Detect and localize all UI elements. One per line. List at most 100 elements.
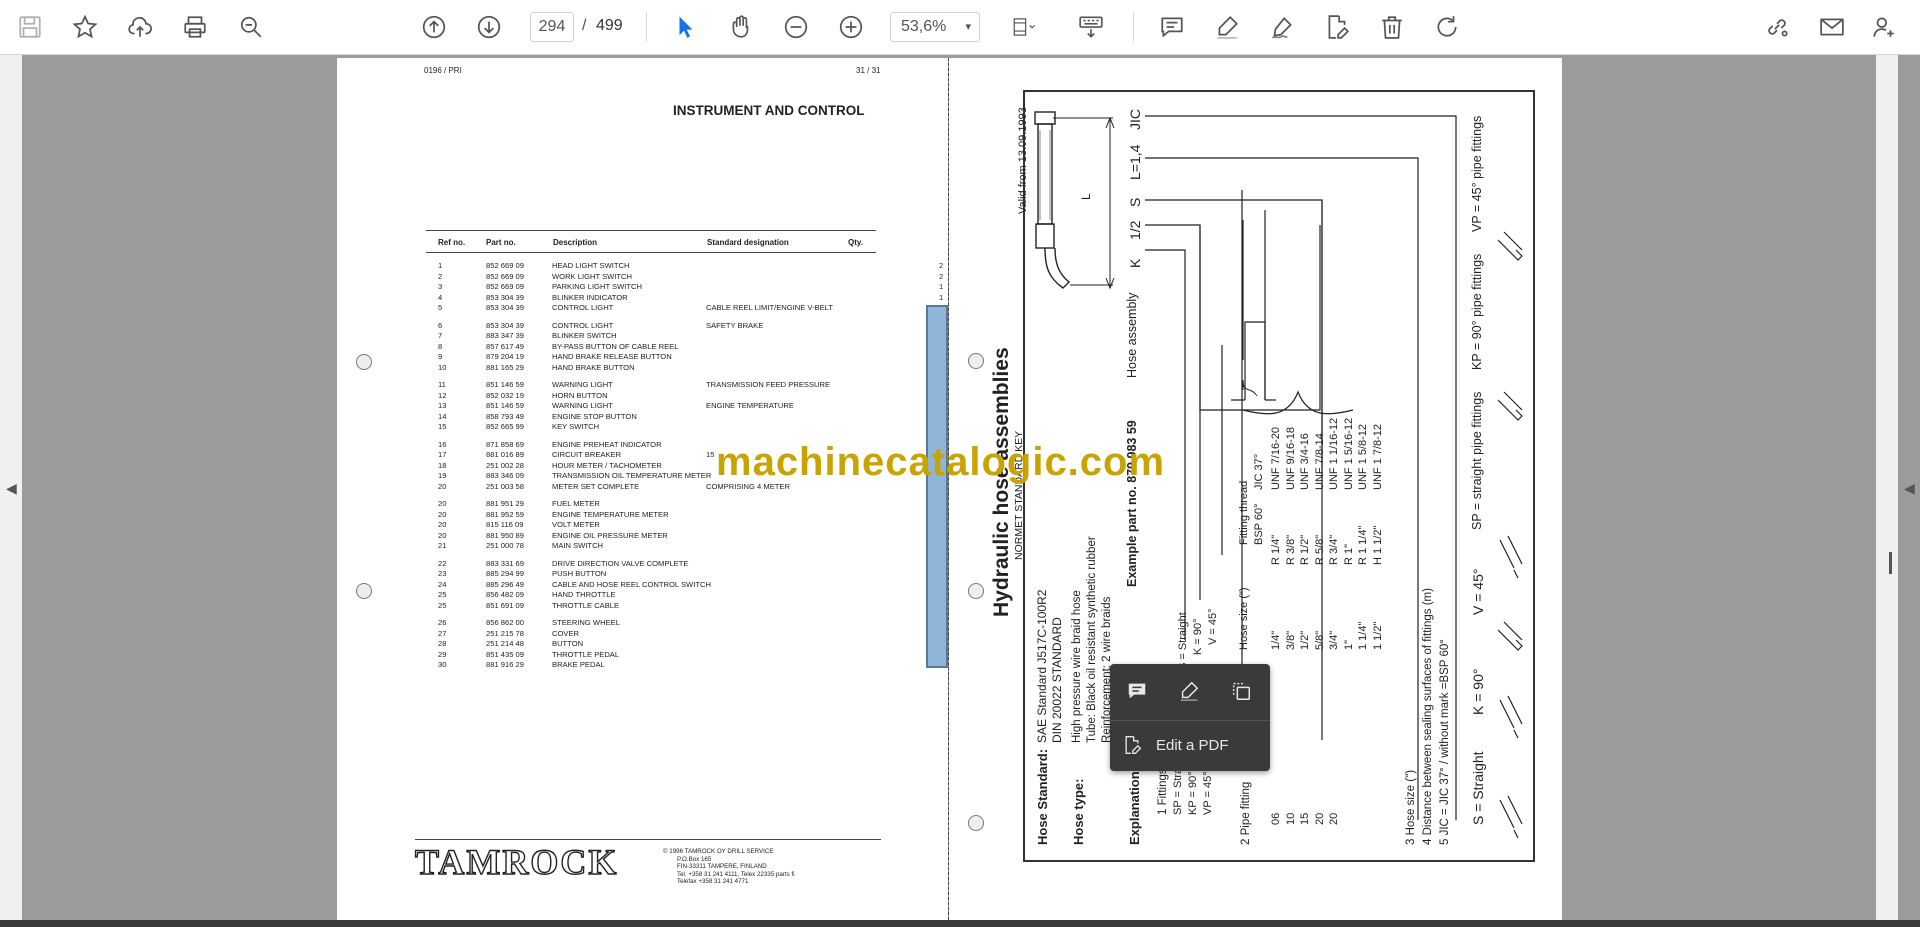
code-letter-length: L=1,4 (1127, 144, 1143, 180)
explanation-item-4: 4 Distance between sealing surfaces of f… (1422, 588, 1434, 845)
size-code: 15 (1299, 812, 1311, 825)
cell-ref: 21 (438, 541, 447, 550)
cell-description: CABLE AND HOSE REEL CONTROL SWITCH (552, 579, 711, 589)
fitting-thread-header: Fitting thread (1238, 480, 1250, 545)
explanation-item-3: 3 Hose size (") (1405, 769, 1417, 845)
draw-button[interactable] (1264, 9, 1300, 45)
size-code: 06 (1270, 812, 1282, 825)
print-button[interactable] (177, 9, 213, 45)
table-row: 10881 165 29HAND BRAKE BUTTON1 (426, 363, 943, 373)
delete-button[interactable] (1374, 9, 1410, 45)
bottom-label-sp: SP = straight pipe fittings (1470, 391, 1484, 530)
zoom-level-select[interactable]: 53,6% ▾ (890, 12, 980, 42)
quick-actions-popup: Edit a PDF (1110, 664, 1270, 771)
left-panel-arrow-icon[interactable]: ◀ (6, 480, 17, 497)
fitting-sketches (1497, 231, 1523, 839)
cell-ref: 22 (438, 558, 447, 568)
code-letter-k: K (1127, 258, 1143, 268)
page-separator: / (582, 17, 587, 34)
star-icon (72, 14, 98, 39)
save-button[interactable] (12, 9, 48, 45)
size-code: 10 (1284, 812, 1297, 825)
table-row: 20881 952 59ENGINE TEMPERATURE METER1 (426, 509, 943, 520)
cell-ref: 16 (438, 439, 447, 449)
right-panel-toggle-strip[interactable] (1876, 55, 1898, 922)
cell-part-no: 815 116 09 (486, 520, 524, 529)
edit-pdf-action[interactable]: Edit a PDF (1122, 730, 1229, 760)
table-row: 25856 482 09HAND THROTTLE1 (426, 590, 943, 600)
cell-ref: 27 (438, 628, 447, 638)
tamrock-logo: TAMROCK (414, 841, 619, 882)
popup-comment-button[interactable] (1122, 676, 1152, 706)
hose-assembly-label: Hose assembly (1125, 292, 1139, 378)
cell-description: PARKING LIGHT SWITCH (552, 282, 643, 291)
edit-pdf-button[interactable] (1319, 9, 1355, 45)
jic-thread: UNF 7/8-14 (1313, 433, 1326, 490)
cell-part-no: 852 669 09 (486, 282, 525, 291)
explanation-item-5: 5 JIC = JIC 37° / without mark =BSP 60° (1439, 639, 1451, 845)
edit-document-icon (1328, 15, 1350, 39)
highlighter-pen-icon (1217, 16, 1238, 39)
cell-part-no: 883 331 69 (486, 558, 525, 568)
scrollbar-thumb[interactable] (1889, 552, 1892, 574)
col-header-ref: Ref no. (438, 238, 466, 247)
cell-description: DRIVE DIRECTION VALVE COMPLETE (552, 558, 689, 568)
cell-designation: ENGINE TEMPERATURE (706, 401, 794, 410)
page-number-input[interactable]: 294 (530, 12, 574, 42)
cell-ref: 8 (438, 341, 443, 351)
cell-designation: TRANSMISSION FEED PRESSURE (706, 380, 831, 389)
scroll-mode-button[interactable] (1073, 9, 1109, 45)
table-row: 2 852 669 09 WORK LIGHT SWITCH 2 (426, 272, 943, 282)
cell-ref: 15 (438, 422, 447, 431)
hose-type-label: Hose type: (1071, 778, 1086, 845)
page-fit-button[interactable] (1000, 9, 1048, 45)
footer-line: P.O.Box 165 (677, 855, 712, 863)
hand-icon (732, 15, 749, 38)
cell-part-no: 881 952 59 (486, 509, 525, 519)
cell-qty: 1 (939, 282, 944, 291)
cell-part-no: 881 916 29 (486, 660, 525, 669)
hand-tool-button[interactable] (723, 9, 759, 45)
zoom-in-button[interactable] (833, 9, 869, 45)
page-header-right: 31 / 31 (856, 66, 881, 75)
bsp-thread: R 1" (1342, 543, 1355, 565)
cell-description: CIRCUIT BREAKER (552, 450, 622, 459)
bottom-label-45: V = 45° (1470, 568, 1486, 615)
bottom-label-straight: S = Straight (1470, 751, 1486, 825)
table-row: 25851 691 09THROTTLE CABLE1 (426, 600, 943, 611)
add-user-button[interactable] (1869, 9, 1899, 45)
comment-button[interactable] (1154, 9, 1190, 45)
jic-thread: UNF 7/16-20 (1270, 427, 1282, 490)
cell-part-no: 879 204 19 (486, 352, 525, 361)
zoom-out-button[interactable] (778, 9, 814, 45)
comment-icon (1128, 683, 1146, 699)
rotate-button[interactable] (1429, 9, 1465, 45)
jic-thread: UNF 1 5/8-12 (1357, 423, 1369, 490)
cell-ref: 20 (438, 499, 447, 508)
cell-part-no: 851 435 09 (486, 649, 525, 659)
upload-button[interactable] (122, 9, 158, 45)
find-button[interactable] (233, 9, 269, 45)
watermark-text: machinecatalogic.com (716, 440, 1166, 484)
zoom-search-icon (240, 16, 262, 38)
previous-page-button[interactable] (416, 9, 452, 45)
next-page-button[interactable] (471, 9, 507, 45)
select-tool-button[interactable] (668, 9, 704, 45)
cell-ref: 26 (438, 618, 447, 627)
binder-hole (968, 583, 984, 599)
cell-part-no: 881 950 89 (486, 530, 525, 540)
cell-ref: 4 (438, 292, 443, 302)
table-row: 24 885 296 49 CABLE AND HOSE REEL CONTROL … (426, 579, 943, 590)
bookmark-button[interactable] (67, 9, 103, 45)
popup-copy-button[interactable] (1226, 676, 1256, 706)
highlight-button[interactable] (1209, 9, 1245, 45)
cell-description: THROTTLE PEDAL (552, 649, 620, 659)
cell-ref: 1 (438, 261, 443, 270)
popup-highlight-button[interactable] (1174, 676, 1204, 706)
share-link-button[interactable] (1759, 9, 1795, 45)
email-button[interactable] (1814, 9, 1850, 45)
cell-part-no: 881 016 89 (486, 450, 525, 459)
cell-part-no: 851 691 09 (486, 600, 525, 610)
right-panel-arrow-icon[interactable]: ◀ (1904, 480, 1915, 497)
minus-circle-icon (784, 15, 808, 39)
